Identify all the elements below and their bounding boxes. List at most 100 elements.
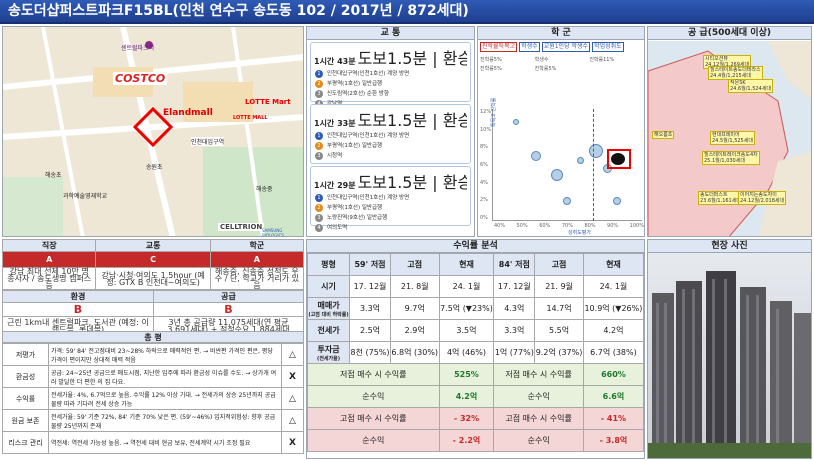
analysis-summary-value: 525% — [438, 363, 495, 386]
analysis-summary-label: 순수익 — [493, 429, 584, 452]
analysis-summary-label: 저점 매수 시 수익률 — [493, 363, 584, 386]
analysis-table: 평형 59' 저점 고점 현재 84' 저점 고점 현재 시기 17. 12월 21. 8월 24.… — [307, 253, 644, 452]
supply-tag[interactable]: 작은SK 24.6월/1,524세대 — [728, 79, 773, 93]
school-pill[interactable]: 교원1인당 학생수 — [541, 42, 591, 52]
analysis-summary-label: 순수익 — [307, 385, 440, 408]
evaluation-key: 수익률 — [2, 387, 49, 410]
supply-tag-name: 해오름초 — [654, 132, 673, 138]
supply-tag-date: 24.12월/2,018세대 — [740, 198, 785, 204]
analysis-header-row: 평형 59' 저점 고점 현재 84' 저점 고점 현재 — [307, 253, 644, 276]
supply-header: 공 급(500세대 이상) — [648, 27, 811, 40]
evaluation-verdict: X — [281, 365, 304, 388]
route-meta: 도보1.5분 | 환승1회 | 요금 2,100원 — [357, 111, 467, 130]
celltrion-logo: CELLTRION — [218, 223, 265, 231]
school-stat: 학생수 — [534, 57, 549, 63]
analysis-col-header: 84' 저점 — [493, 253, 536, 276]
analysis-cell: 9.2억 (37%) — [534, 341, 584, 364]
evaluation-verdict: △ — [281, 409, 304, 432]
analysis-summary-row: 고점 매수 시 수익률 - 32% 고점 매수 시 수익률 - 41% — [307, 407, 644, 430]
route-step-label: 노량진역(9호선) 일반급행 — [327, 215, 388, 221]
analysis-summary-label: 저점 매수 시 수익률 — [307, 363, 440, 386]
analysis-panel: 수익률 분석 평형 59' 저점 고점 현재 84' 저점 고점 현재 시기 17. 12월 21… — [306, 239, 645, 459]
transport-header: 교 통 — [307, 27, 474, 40]
analysis-row-label-text: 전세가 — [317, 326, 340, 335]
route-step: 3 노량진역(9호선) 일반급행 — [314, 213, 467, 223]
analysis-cell: 24. 1월 — [438, 275, 495, 298]
analysis-summary-row: 순수익 4.2억 순수익 6.6억 — [307, 385, 644, 408]
analysis-cell: 7.5억 (▼23%) — [438, 297, 495, 320]
site-photo[interactable] — [648, 253, 812, 459]
evaluation-row: 저평가 가격: 59' 84' 전고점대비 23~28% 하락으로 매력적인 편.… — [2, 343, 304, 366]
school-label: 과학예술영재학교 — [63, 193, 108, 200]
route-step-label: 부평역(1호선) 일반급행 — [327, 205, 383, 211]
route-step: 1 인천대입구역(인천1호선) 계양 방면 — [314, 69, 467, 79]
route-card[interactable]: 1시간 29분도보1.5분 | 환승2회 | 요금 2,000원 1 인천대입구역(… — [310, 166, 471, 232]
analysis-cell: 24. 1월 — [582, 275, 644, 298]
grade-header: 공급 — [153, 290, 304, 303]
analysis-summary-label: 순수익 — [307, 429, 440, 452]
analysis-cell: 3.5억 — [438, 319, 495, 342]
analysis-cell: 2.9억 — [389, 319, 440, 342]
analysis-cell: 5.5억 — [534, 319, 584, 342]
route-time: 1시간 43분 — [314, 57, 356, 66]
line-icon: 3 — [315, 90, 323, 98]
supply-tag[interactable]: 현대프레미어 24.5월/1,525세대 — [710, 131, 755, 145]
school-pill[interactable]: 학업성취도 — [592, 42, 624, 52]
grade-header: 학군 — [209, 239, 305, 252]
analysis-summary-value: 660% — [582, 363, 644, 386]
analysis-col-header: 59' 저점 — [349, 253, 391, 276]
route-step-label: 인천대입구역(인천1호선) 계양 방면 — [327, 71, 410, 77]
grade-supply: B — [153, 302, 304, 317]
analysis-row: 전세가 2.5억 2.9억 3.5억 3.3억 5.5억 4.2억 — [307, 319, 644, 342]
evaluation-title: 총 평 — [2, 331, 304, 343]
route-step: 2 부평역(1호선) 일반급행 — [314, 203, 467, 213]
transport-panel: 교 통 1시간 43분도보1.5분 | 환승2회 | 요금 2,200원 1 인천대… — [306, 26, 475, 237]
route-card[interactable]: 1시간 43분도보1.5분 | 환승2회 | 요금 2,200원 1 인천대입구역(… — [310, 42, 471, 108]
school-pill[interactable]: 학생수 — [519, 42, 540, 52]
analysis-summary-label: 고점 매수 시 수익률 — [493, 407, 584, 430]
line-icon: 1 — [315, 132, 323, 140]
evaluation-text: 전세가율: 4%, 6.7억으로 높음. 수익률 12% 이상 기대. → 전세… — [48, 387, 282, 410]
map-label: 센트럴파크역 — [121, 45, 155, 52]
analysis-cell: 6.8억 (30%) — [389, 341, 440, 364]
school-header: 학 군 — [478, 27, 644, 40]
analysis-row-label-text: 투자금 — [317, 344, 340, 354]
supply-tag[interactable]: 힐스테이트송도더테라스 24.4월/1,215세대 — [708, 66, 763, 80]
route-step-label: 신도림역(2호선) 순환 방향 — [327, 91, 389, 97]
samsung-bio-logo: SAMSUNG BIOLOGICS — [262, 228, 284, 237]
evaluation-verdict: △ — [281, 387, 304, 410]
school-panel: 학 군 진학률특목고 학생수 교원1인당 학생수 학업성취도 진학률5% 학생수… — [477, 26, 645, 237]
evaluation-text: 전세가율: 59' 기준 72%, 84' 기준 70% 낮은 편. (59'~… — [48, 409, 282, 432]
evaluation-verdict: X — [281, 431, 304, 454]
route-meta: 도보1.5분 | 환승2회 | 요금 2,200원 — [357, 49, 467, 68]
school-stat: 진학률5% — [480, 57, 502, 63]
route-step: 4 여의도역 — [314, 223, 467, 233]
supply-panel: 공 급(500세대 이상) 시티오션뷰 24.12월/1,269세대 힐스테이트송도… — [647, 26, 812, 237]
grade-table-2: 환경 공급 B B 근린 1km내 센트럴파크, 도서관 (예정: 이랜드몰, … — [2, 290, 304, 335]
route-step: 1 인천대입구역(인천1호선) 계양 방면 — [314, 193, 467, 203]
analysis-row: 시기 17. 12월 21. 8월 24. 1월 17. 12월 21. 9월 24. 1월 — [307, 275, 644, 298]
line-icon: 1 — [315, 194, 323, 202]
supply-tag[interactable]: 힐스테이트레이크송도4차 25.1월/1,030세대 — [702, 151, 760, 165]
evaluation-panel: 총 평 저평가 가격: 59' 84' 전고점대비 23~28% 하락으로 매력적… — [2, 331, 304, 459]
supply-tag[interactable]: 송도더퍼스트 23.6월/1,161세대 — [698, 191, 743, 205]
location-map[interactable]: 센트럴파크역 COSTCO Elandmall LOTTE Mart LOTTE… — [2, 26, 304, 237]
analysis-summary-label: 고점 매수 시 수익률 — [307, 407, 440, 430]
analysis-cell: 10.9억 (▼26%) — [582, 297, 644, 320]
school-scatter — [492, 109, 642, 221]
school-label: 송원초 — [146, 164, 163, 171]
analysis-col-header: 고점 — [389, 253, 440, 276]
school-pill[interactable]: 진학률특목고 — [480, 42, 518, 52]
route-card[interactable]: 1시간 33분도보1.5분 | 환승1회 | 요금 2,100원 1 인천대입구역(… — [310, 104, 471, 164]
route-step-label: 부평역(1호선) 일반급행 — [327, 81, 383, 87]
evaluation-key: 저평가 — [2, 343, 49, 366]
school-stat: 진학률5% — [480, 66, 502, 72]
supply-tag-date: 24.6월/1,524세대 — [730, 86, 771, 92]
analysis-cell: 9.7억 — [389, 297, 440, 320]
page-title: 송도더샵퍼스트파크F15BL(인천 연수구 송도동 102 / 2017년 / … — [0, 0, 814, 24]
supply-tag[interactable]: 이어지는송도자이 24.12월/2,018세대 — [738, 191, 787, 205]
route-step-label: 시청역 — [327, 153, 343, 159]
analysis-cell: 21. 9월 — [534, 275, 584, 298]
supply-tag[interactable]: 해오름초 — [652, 131, 675, 139]
route-step-label: 부평역(1호선) 일반급행 — [327, 143, 383, 149]
